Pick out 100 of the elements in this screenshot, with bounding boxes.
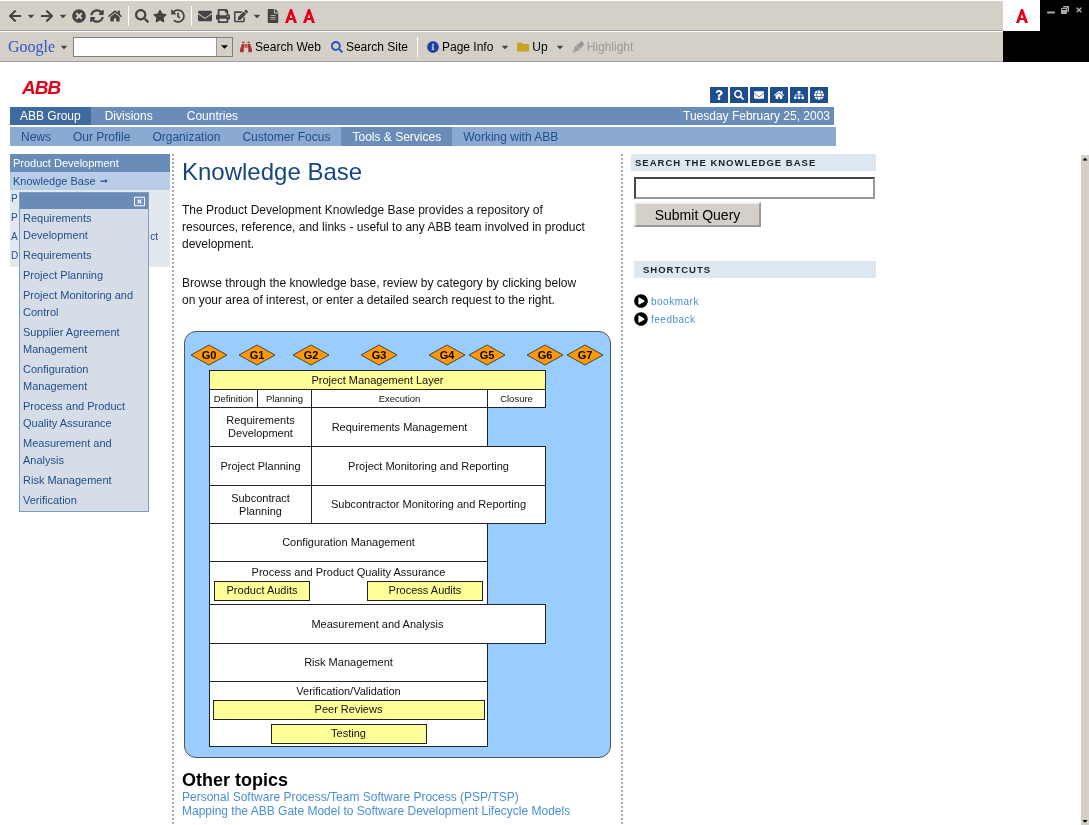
topic-link[interactable]: Mapping the ABB Gate Model to Software Development Lifecycle Models (182, 804, 613, 818)
sub-block[interactable]: Testing (270, 723, 427, 744)
menu-item[interactable]: Risk Management (20, 471, 148, 491)
gate-diamond[interactable]: G1 (238, 344, 276, 366)
nav-tab[interactable]: Working with ABB (452, 127, 570, 146)
sidebar-item-fragment[interactable]: A (11, 231, 18, 250)
process-block[interactable]: Project Planning (209, 446, 312, 486)
google-logo[interactable]: Google (8, 37, 56, 56)
scroll-down-icon[interactable] (1081, 817, 1089, 825)
play-icon (634, 294, 648, 308)
gate-diamond[interactable]: G5 (468, 344, 506, 366)
search-icon[interactable] (135, 8, 149, 23)
stop-icon[interactable] (72, 8, 86, 23)
gate-diamond[interactable]: G3 (360, 344, 398, 366)
sidebar-item[interactable]: Knowledge Base (10, 172, 170, 190)
sidebar-item-fragment[interactable]: P (11, 193, 18, 212)
process-block[interactable]: Verification/Validation Peer Reviews Testing (209, 681, 488, 747)
nav-tab[interactable]: ABB Group (10, 107, 91, 125)
page-info-button[interactable]: Page Info (423, 35, 497, 58)
submit-button[interactable]: Submit Query (634, 202, 761, 227)
intro-paragraph: The Product Development Knowledge Base provides a repository of resources, reference, and links - useful to any ABB team involved in product development. (182, 202, 586, 253)
section-heading: SHORTCUTS (634, 261, 876, 278)
menu-item[interactable]: Configuration Management (20, 360, 148, 397)
sitemap-icon[interactable] (790, 87, 808, 103)
sidebar-item-fragment[interactable]: P (11, 212, 18, 231)
sub-block[interactable]: Process Audits (367, 580, 483, 601)
folder-icon (517, 40, 530, 53)
home-icon[interactable] (770, 87, 788, 103)
toolbar-search-field[interactable] (73, 36, 234, 57)
gate-diamond[interactable]: G6 (526, 344, 564, 366)
process-block[interactable]: Risk Management (209, 643, 488, 682)
sub-block[interactable]: Product Audits (214, 580, 310, 601)
menu-item[interactable]: Project Planning (20, 266, 148, 286)
process-block[interactable]: Configuration Management (209, 523, 488, 562)
refresh-icon[interactable] (90, 8, 104, 23)
document-icon[interactable] (266, 8, 280, 23)
help-icon[interactable] (710, 87, 728, 103)
process-block[interactable]: Project Monitoring and Reporting (311, 446, 546, 486)
shortcut-link[interactable]: feedback (651, 313, 696, 325)
history-icon[interactable] (171, 8, 185, 23)
search-icon (330, 40, 343, 53)
mail-icon[interactable] (750, 87, 768, 103)
info-icon (426, 40, 439, 53)
arrow-icon (99, 177, 108, 185)
menu-item[interactable]: Requirements (20, 246, 148, 266)
sidebar-item-fragment[interactable]: D (11, 250, 19, 269)
menu-item[interactable]: Requirements Development (20, 209, 148, 246)
acrobat-icon[interactable] (1014, 7, 1029, 24)
process-block[interactable]: Closure (487, 389, 546, 408)
mail-icon[interactable] (198, 8, 212, 23)
gate-diamond[interactable]: G0 (190, 344, 228, 366)
nav-tab[interactable]: Customer Focus (231, 127, 342, 146)
block-label: Process and Product Quality Assurance (251, 565, 446, 579)
restore-icon[interactable] (1061, 6, 1069, 14)
nav-tab[interactable]: Organization (141, 127, 232, 146)
nav-tab[interactable]: Our Profile (62, 127, 142, 146)
favorites-icon[interactable] (153, 8, 167, 23)
back-icon[interactable] (8, 8, 22, 23)
sidebar-item-fragment[interactable]: ct (150, 231, 158, 250)
home-icon[interactable] (108, 8, 122, 23)
acrobat-icon[interactable] (302, 7, 316, 24)
menu-item[interactable]: Supplier Agreement Management (20, 323, 148, 360)
process-block[interactable]: Subcontractor Monitoring and Reporting (311, 485, 546, 524)
close-icon[interactable] (1075, 6, 1083, 14)
process-block[interactable]: Requirements Management (311, 407, 488, 447)
date-text: Tuesday February 25, 2003 (683, 109, 831, 123)
menu-item[interactable]: Measurement and Analysis (20, 434, 148, 471)
topic-link[interactable]: Personal Software Process/Team Software Process (PSP/TSP) (182, 790, 613, 804)
process-block[interactable]: Project Management Layer (209, 370, 546, 390)
process-block[interactable]: Process and Product Quality Assurance Product Audits Process Audits (209, 561, 488, 605)
section-heading: SEARCH THE KNOWLEDGE BASE (631, 154, 876, 171)
up-button[interactable]: Up (514, 35, 551, 58)
block-label: Verification/Validation (296, 684, 401, 698)
acrobat-icon[interactable] (284, 7, 298, 24)
menu-item[interactable]: Project Monitoring and Control (20, 286, 148, 323)
gate-diamond[interactable]: G4 (428, 344, 466, 366)
edit-icon[interactable] (234, 8, 248, 23)
print-icon[interactable] (216, 8, 230, 23)
highlighter-icon (571, 40, 584, 53)
scrollbar[interactable] (1080, 155, 1089, 825)
search-site-button[interactable]: Search Site (327, 35, 411, 58)
gate-diamond[interactable]: G2 (292, 344, 330, 366)
process-block[interactable]: Measurement and Analysis (209, 604, 546, 644)
forward-icon[interactable] (40, 8, 54, 23)
search-icon[interactable] (730, 87, 748, 103)
menu-item[interactable]: Process and Product Quality Assurance (20, 397, 148, 434)
process-block[interactable]: Requirements Development (209, 407, 312, 447)
dropdown-button[interactable] (216, 37, 233, 56)
gate-diamond[interactable]: G7 (566, 344, 604, 366)
shortcut-link[interactable]: bookmark (651, 295, 699, 307)
nav-tab[interactable]: News (10, 127, 62, 146)
search-field[interactable] (634, 177, 875, 199)
sub-block[interactable]: Peer Reviews (212, 699, 485, 720)
globe-icon[interactable] (810, 87, 828, 103)
abb-logo[interactable]: ABB (22, 77, 61, 99)
menu-item[interactable]: Verification (20, 491, 148, 511)
scroll-up-icon[interactable] (1081, 155, 1089, 163)
search-web-button[interactable]: Search Web (237, 35, 324, 58)
process-block[interactable]: Subcontract Planning (209, 485, 312, 524)
page-title: Knowledge Base (182, 158, 364, 186)
